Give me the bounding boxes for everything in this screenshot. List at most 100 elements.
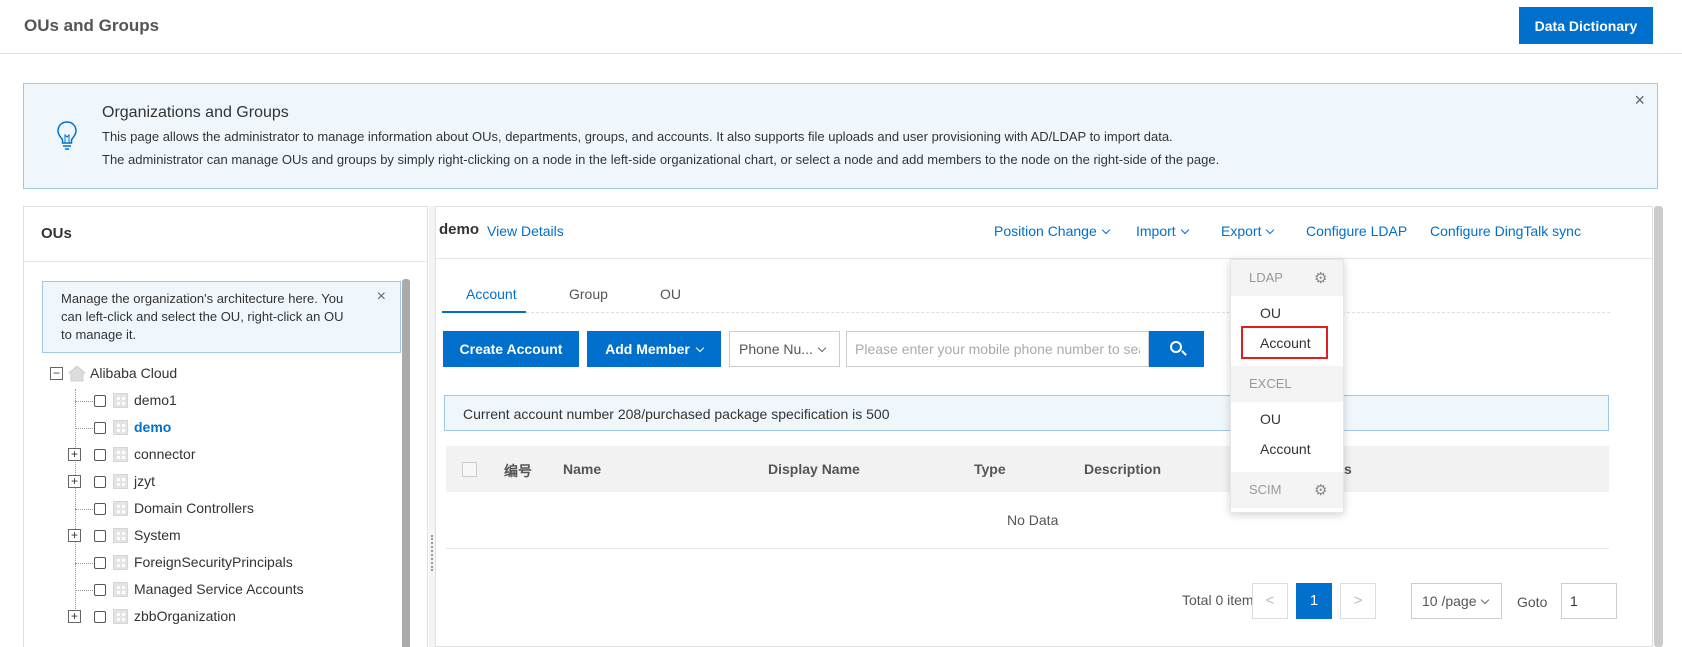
export-label: Export: [1221, 223, 1262, 239]
dropdown-group-scim: SCIM ⚙: [1231, 472, 1343, 508]
search-input[interactable]: [846, 331, 1149, 367]
view-details-link[interactable]: View Details: [487, 223, 564, 239]
ou-panel-title: OUs: [41, 225, 72, 242]
lightbulb-icon: [57, 121, 77, 150]
goto-label: Goto: [1517, 594, 1548, 610]
building-icon: [113, 474, 128, 489]
tree-node-checkbox[interactable]: [94, 395, 106, 407]
position-change-label: Position Change: [994, 223, 1097, 239]
tree-node-checkbox[interactable]: [94, 422, 106, 434]
select-all-checkbox[interactable]: [462, 462, 477, 477]
search-button[interactable]: [1149, 331, 1204, 367]
ou-tip-box: Manage the organization's architecture h…: [42, 281, 401, 353]
building-icon: [113, 582, 128, 597]
chevron-down-icon: [817, 343, 827, 353]
tree-connector-line: [75, 590, 93, 591]
create-account-button[interactable]: Create Account: [443, 331, 579, 367]
tree-node-label[interactable]: ForeignSecurityPrincipals: [134, 554, 293, 570]
import-menu[interactable]: Import: [1136, 223, 1189, 239]
import-label: Import: [1136, 223, 1176, 239]
tree-node-label[interactable]: System: [134, 527, 181, 543]
tree-connector-line: [75, 509, 93, 510]
tree-node-checkbox[interactable]: [94, 503, 106, 515]
tree-node-checkbox[interactable]: [94, 449, 106, 461]
import-ldap-ou[interactable]: OU: [1260, 305, 1281, 321]
configure-ldap-link[interactable]: Configure LDAP: [1306, 223, 1407, 239]
divider: [446, 548, 1609, 549]
total-items-text: Total 0 item: [1182, 592, 1254, 608]
chevron-down-icon: [1180, 225, 1189, 235]
close-icon[interactable]: ×: [1634, 90, 1645, 111]
expand-icon[interactable]: +: [68, 529, 81, 542]
tab-account[interactable]: Account: [466, 286, 517, 302]
search-icon-handle: [1181, 350, 1187, 356]
expand-icon[interactable]: +: [68, 475, 81, 488]
configure-dingtalk-link[interactable]: Configure DingTalk sync: [1430, 223, 1581, 239]
column-header-description: Description: [1084, 461, 1162, 477]
top-bar: OUs and Groups Data Dictionary: [0, 0, 1682, 54]
tree-node-label[interactable]: zbbOrganization: [134, 608, 236, 624]
tree-connector-line: [75, 401, 93, 402]
search-field-selected-value: Phone Nu...: [739, 341, 813, 357]
tab-group[interactable]: Group: [569, 286, 608, 302]
page-size-value: 10 /page: [1422, 593, 1477, 609]
data-dictionary-button[interactable]: Data Dictionary: [1519, 7, 1653, 44]
expand-icon[interactable]: +: [68, 610, 81, 623]
empty-table-text: No Data: [1007, 512, 1059, 528]
gear-icon[interactable]: ⚙: [1314, 269, 1327, 287]
notice-title: Organizations and Groups: [102, 104, 289, 121]
import-dropdown-menu: LDAP ⚙ OU Account EXCEL OU Account SCIM …: [1230, 259, 1344, 513]
tree-node-label[interactable]: demo1: [134, 392, 177, 408]
tree-connector-line: [75, 428, 93, 429]
page-size-select[interactable]: 10 /page: [1411, 583, 1502, 619]
expand-icon[interactable]: +: [68, 448, 81, 461]
left-panel-scrollbar[interactable]: [402, 279, 410, 647]
close-icon[interactable]: ×: [377, 288, 386, 306]
column-header-type: Type: [974, 461, 1006, 477]
tab-divider: [526, 312, 1610, 313]
building-icon: [113, 420, 128, 435]
splitter-grip-icon[interactable]: [431, 535, 433, 571]
export-menu[interactable]: Export: [1221, 223, 1275, 239]
dropdown-group-label: LDAP: [1249, 270, 1283, 285]
chevron-down-icon: [1480, 595, 1490, 605]
tree-node-checkbox[interactable]: [94, 476, 106, 488]
page-1-button[interactable]: 1: [1296, 583, 1332, 619]
dropdown-group-label: SCIM: [1249, 482, 1282, 497]
search-field-select[interactable]: Phone Nu...: [729, 331, 840, 367]
chevron-down-icon: [1101, 225, 1110, 235]
tree-node-checkbox[interactable]: [94, 530, 106, 542]
tree-node-checkbox[interactable]: [94, 611, 106, 623]
tree-node-label[interactable]: Managed Service Accounts: [134, 581, 304, 597]
import-excel-account[interactable]: Account: [1260, 441, 1311, 457]
building-icon: [113, 528, 128, 543]
import-excel-ou[interactable]: OU: [1260, 411, 1281, 427]
ou-tip-text: Manage the organization's architecture h…: [61, 291, 344, 342]
prev-page-button[interactable]: <: [1252, 583, 1288, 619]
dropdown-group-excel: EXCEL: [1231, 366, 1343, 402]
account-quota-info: Current account number 208/purchased pac…: [444, 395, 1609, 431]
tree-node-label[interactable]: demo: [134, 419, 171, 435]
goto-page-input[interactable]: [1561, 583, 1617, 619]
building-icon: [113, 447, 128, 462]
notice-text-line-1: This page allows the administrator to ma…: [102, 129, 1173, 144]
collapse-icon[interactable]: −: [50, 367, 63, 380]
chevron-down-icon: [695, 343, 705, 353]
tree-node-label[interactable]: jzyt: [134, 473, 155, 489]
divider: [24, 261, 427, 262]
tree-node-checkbox[interactable]: [94, 584, 106, 596]
tree-node-label[interactable]: Domain Controllers: [134, 500, 254, 516]
tree-connector-line: [75, 563, 93, 564]
next-page-button[interactable]: >: [1340, 583, 1376, 619]
column-header-display-name: Display Name: [768, 461, 860, 477]
tree-root-label[interactable]: Alibaba Cloud: [90, 365, 177, 381]
main-scrollbar[interactable]: [1654, 206, 1663, 647]
add-member-button[interactable]: Add Member: [587, 331, 721, 367]
column-header-id: 编号: [504, 463, 532, 479]
tab-ou[interactable]: OU: [660, 286, 681, 302]
highlight-box: [1241, 326, 1328, 359]
position-change-menu[interactable]: Position Change: [994, 223, 1110, 239]
tree-node-checkbox[interactable]: [94, 557, 106, 569]
tree-node-label[interactable]: connector: [134, 446, 195, 462]
gear-icon[interactable]: ⚙: [1314, 481, 1327, 499]
